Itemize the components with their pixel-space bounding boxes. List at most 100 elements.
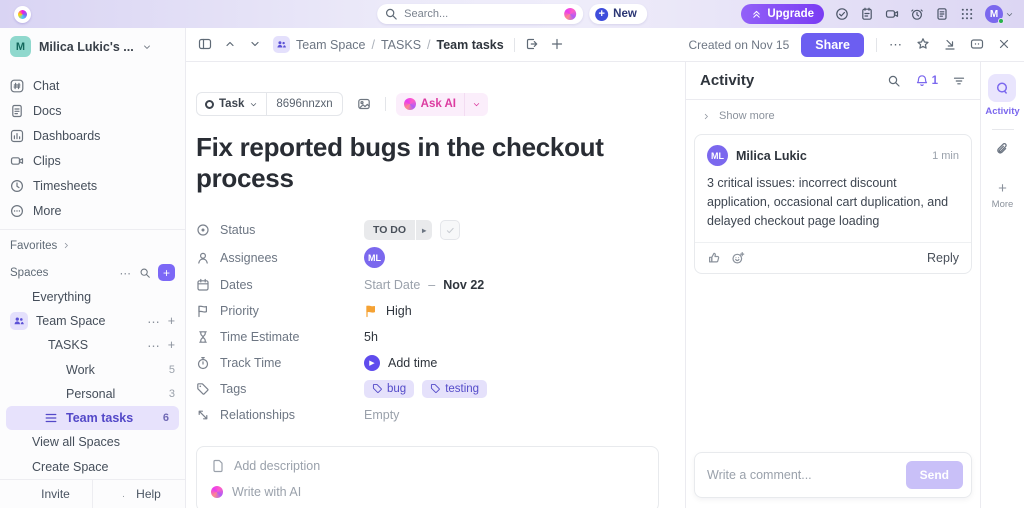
filter-icon[interactable] bbox=[952, 74, 966, 88]
due-date[interactable]: Nov 22 bbox=[443, 278, 484, 292]
layout-options-icon[interactable] bbox=[970, 37, 985, 52]
more-options-icon[interactable]: ⋯ bbox=[889, 37, 904, 52]
doc-icon[interactable] bbox=[935, 7, 949, 21]
notepad-icon[interactable] bbox=[860, 7, 874, 21]
timer-icon[interactable] bbox=[910, 7, 924, 21]
show-more[interactable]: Show more bbox=[686, 100, 980, 128]
sidebar-item-personal-list[interactable]: Personal 3 bbox=[0, 382, 185, 406]
space-more-icon[interactable]: ⋯ bbox=[147, 314, 160, 329]
rail-add-icon[interactable]: + bbox=[998, 180, 1007, 197]
chevron-down-icon bbox=[1006, 12, 1013, 16]
sidebar-item-team-space[interactable]: Team Space ⋯ + bbox=[0, 309, 185, 333]
next-task-icon[interactable] bbox=[248, 37, 263, 52]
task-type-dropdown[interactable]: Task bbox=[197, 93, 268, 115]
assignees-field-label[interactable]: Assignees bbox=[196, 251, 364, 265]
upgrade-button[interactable]: Upgrade bbox=[741, 4, 824, 24]
minimize-icon[interactable] bbox=[943, 37, 958, 52]
status-next-icon[interactable]: ▸ bbox=[416, 220, 433, 240]
breadcrumb-tasks[interactable]: TASKS bbox=[381, 38, 421, 52]
cover-image-icon[interactable] bbox=[353, 93, 375, 115]
global-search[interactable] bbox=[377, 4, 584, 24]
add-time-link[interactable]: Add time bbox=[388, 356, 437, 370]
created-date: Created on Nov 15 bbox=[688, 37, 790, 52]
sidebar-item-tasks-folder[interactable]: TASKS ⋯ + bbox=[0, 333, 185, 357]
write-with-ai[interactable]: Write with AI bbox=[211, 485, 644, 499]
estimate-value[interactable]: 5h bbox=[364, 330, 378, 344]
space-add-icon[interactable]: + bbox=[168, 314, 175, 329]
close-icon[interactable] bbox=[997, 37, 1012, 52]
task-title[interactable]: Fix reported bugs in the checkout proces… bbox=[196, 132, 659, 194]
rail-tab-activity[interactable]: Activity bbox=[985, 74, 1020, 117]
tasks-check-icon[interactable] bbox=[835, 7, 849, 21]
favorite-star-icon[interactable] bbox=[916, 37, 931, 52]
sidebar-item-dashboards[interactable]: Dashboards bbox=[0, 123, 185, 148]
tag-bug[interactable]: bug bbox=[364, 379, 415, 398]
thumbs-up-icon[interactable] bbox=[707, 251, 721, 265]
apps-grid-icon[interactable] bbox=[960, 7, 974, 21]
clickup-logo-icon[interactable] bbox=[14, 5, 31, 23]
play-timer-button[interactable]: ▶ bbox=[364, 354, 380, 371]
priority-value[interactable]: High bbox=[386, 304, 412, 318]
search-input[interactable] bbox=[404, 8, 559, 20]
sidebar-item-chat[interactable]: Chat bbox=[0, 73, 185, 98]
sidebar-item-team-tasks-list[interactable]: Team tasks 6 bbox=[6, 406, 179, 431]
spaces-search-icon[interactable] bbox=[139, 267, 151, 279]
new-button[interactable]: + New bbox=[589, 4, 647, 24]
ai-icon[interactable] bbox=[564, 8, 577, 20]
rail-more-label[interactable]: More bbox=[992, 199, 1014, 210]
assignee-avatar[interactable]: ML bbox=[364, 247, 385, 268]
clips-camera-icon[interactable] bbox=[885, 7, 899, 21]
status-field-label[interactable]: Status bbox=[196, 223, 364, 237]
add-space-button[interactable]: + bbox=[158, 264, 175, 282]
prev-task-icon[interactable] bbox=[223, 37, 238, 52]
priority-field-label[interactable]: Priority bbox=[196, 304, 364, 318]
view-all-spaces[interactable]: View all Spaces bbox=[0, 430, 185, 454]
sidebar-item-docs[interactable]: Docs bbox=[0, 98, 185, 123]
ask-ai-dropdown[interactable] bbox=[464, 92, 488, 116]
attachments-paperclip-icon[interactable] bbox=[995, 142, 1010, 162]
user-menu[interactable]: M bbox=[985, 5, 1014, 24]
folder-more-icon[interactable]: ⋯ bbox=[147, 338, 160, 353]
sidebar-item-clips[interactable]: Clips bbox=[0, 148, 185, 173]
reply-button[interactable]: Reply bbox=[927, 251, 959, 265]
add-description[interactable]: Add description bbox=[211, 459, 644, 473]
add-reaction-icon[interactable] bbox=[731, 251, 745, 265]
relationships-value[interactable]: Empty bbox=[364, 408, 399, 422]
search-icon[interactable] bbox=[887, 74, 901, 88]
tags-field-label[interactable]: Tags bbox=[196, 382, 364, 396]
favorites-section[interactable]: Favorites bbox=[0, 234, 185, 257]
spaces-more-icon[interactable]: ⋯ bbox=[120, 266, 133, 280]
notifications-bell[interactable]: 1 bbox=[915, 74, 938, 88]
sidebar-item-more[interactable]: More bbox=[0, 198, 185, 223]
complete-checkbox[interactable] bbox=[440, 220, 461, 240]
sidebar-item-timesheets[interactable]: Timesheets bbox=[0, 173, 185, 198]
invite-button[interactable]: Invite bbox=[0, 480, 92, 508]
sidebar-item-everything[interactable]: Everything bbox=[0, 285, 185, 309]
workspace-switcher[interactable]: M Milica Lukic's ... bbox=[0, 28, 185, 63]
comment-author-name[interactable]: Milica Lukic bbox=[736, 149, 807, 163]
dates-field-label[interactable]: Dates bbox=[196, 278, 364, 292]
sidebar: M Milica Lukic's ... Chat Docs Dashboard… bbox=[0, 28, 186, 508]
send-button[interactable]: Send bbox=[905, 461, 963, 489]
relationships-field-label[interactable]: Relationships bbox=[196, 408, 364, 422]
breadcrumb-team-tasks[interactable]: Team tasks bbox=[437, 38, 504, 52]
track-time-field-label[interactable]: Track Time bbox=[196, 356, 364, 370]
task-id[interactable]: 8696nnzxn bbox=[267, 98, 341, 110]
panel-toggle-icon[interactable] bbox=[198, 37, 213, 52]
relationships-icon bbox=[198, 410, 208, 419]
estimate-field-label[interactable]: Time Estimate bbox=[196, 330, 364, 344]
sidebar-item-work-list[interactable]: Work 5 bbox=[0, 357, 185, 381]
status-chip[interactable]: TO DO ▸ bbox=[364, 220, 433, 240]
ask-ai-button[interactable]: Ask AI bbox=[395, 92, 489, 116]
move-task-icon[interactable] bbox=[525, 37, 540, 52]
comment-input[interactable] bbox=[707, 468, 898, 482]
add-view-icon[interactable] bbox=[550, 37, 565, 52]
folder-add-icon[interactable]: + bbox=[168, 338, 175, 353]
breadcrumb-team-space[interactable]: Team Space bbox=[296, 38, 365, 52]
create-space[interactable]: Create Space bbox=[0, 455, 185, 479]
tag-testing[interactable]: testing bbox=[422, 379, 488, 398]
team-space-icon[interactable] bbox=[273, 36, 290, 53]
share-button[interactable]: Share bbox=[801, 32, 864, 57]
start-date[interactable]: Start Date bbox=[364, 278, 420, 292]
help-button[interactable]: Help bbox=[92, 479, 185, 508]
